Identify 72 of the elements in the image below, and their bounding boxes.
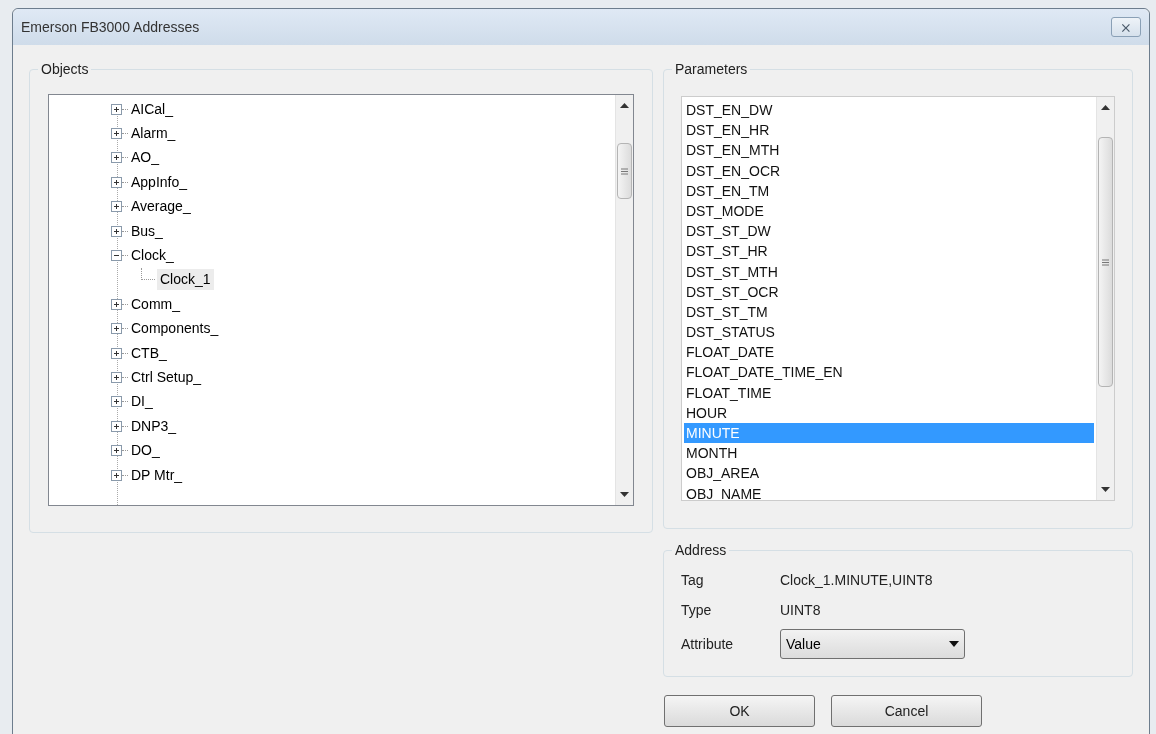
expand-icon[interactable] bbox=[111, 396, 122, 408]
tree-item[interactable]: Bus_ bbox=[128, 220, 166, 242]
grip-icon bbox=[1102, 258, 1109, 266]
field-label: Attribute bbox=[681, 634, 735, 654]
expand-icon[interactable] bbox=[111, 128, 122, 140]
list-item[interactable]: DST_ST_OCR bbox=[684, 281, 1094, 302]
list-item[interactable]: DST_EN_HR bbox=[684, 120, 1094, 141]
list-item[interactable]: DST_EN_MTH bbox=[684, 140, 1094, 161]
tree-item[interactable]: Ctrl Setup_ bbox=[128, 367, 205, 388]
tree-item[interactable]: Average_ bbox=[128, 196, 194, 218]
expand-icon[interactable] bbox=[111, 298, 122, 310]
list-item[interactable]: DST_MODE bbox=[684, 200, 1094, 222]
list-item[interactable]: OBJ_AREA bbox=[684, 463, 1094, 484]
list-item[interactable]: MONTH bbox=[684, 443, 1094, 464]
expand-icon[interactable] bbox=[111, 323, 122, 335]
close-button[interactable]: ⨯ bbox=[1111, 17, 1141, 37]
tree-item[interactable]: AICal_ bbox=[128, 98, 177, 120]
list-item[interactable]: FLOAT_DATE bbox=[684, 342, 1094, 363]
list-item[interactable]: DST_ST_HR bbox=[684, 241, 1094, 262]
expand-icon[interactable] bbox=[111, 176, 122, 188]
grip-icon bbox=[621, 167, 628, 175]
tree-line bbox=[141, 267, 155, 280]
tree-item[interactable]: AO_ bbox=[128, 147, 162, 169]
down-arrow-icon[interactable] bbox=[620, 492, 629, 497]
tree-item[interactable]: Alarm_ bbox=[128, 123, 179, 145]
list-item[interactable]: HOUR bbox=[684, 402, 1094, 423]
field-label: Type bbox=[681, 600, 713, 620]
expand-icon[interactable] bbox=[111, 103, 122, 115]
tree-item[interactable]: CTB_ bbox=[128, 342, 170, 364]
expand-icon[interactable] bbox=[111, 469, 122, 481]
dropdown-arrow-icon bbox=[949, 641, 959, 647]
collapse-icon[interactable] bbox=[111, 250, 122, 262]
window-title: Emerson FB3000 Addresses bbox=[21, 17, 200, 37]
scrollbar-thumb[interactable] bbox=[617, 143, 632, 199]
up-arrow-icon[interactable] bbox=[620, 103, 629, 108]
list-item[interactable]: FLOAT_DATE_TIME_EN bbox=[684, 362, 1094, 383]
scrollbar[interactable] bbox=[615, 95, 633, 505]
list-item[interactable]: DST_ST_TM bbox=[684, 301, 1094, 323]
list-item[interactable]: DST_EN_OCR bbox=[684, 160, 1094, 181]
expand-icon[interactable] bbox=[111, 445, 122, 457]
expand-icon[interactable] bbox=[111, 225, 122, 237]
tree-item[interactable]: Clock_ bbox=[128, 245, 177, 267]
list-item[interactable]: DST_ST_DW bbox=[684, 221, 1094, 242]
tree-item[interactable]: Comm_ bbox=[128, 293, 183, 315]
list-item[interactable]: DST_STATUS bbox=[684, 322, 1094, 343]
group-title: Objects bbox=[38, 60, 92, 78]
list-item[interactable]: DST_EN_DW bbox=[684, 100, 1094, 121]
dialog-button[interactable]: Cancel bbox=[831, 695, 982, 727]
expand-icon[interactable] bbox=[111, 152, 122, 164]
up-arrow-icon[interactable] bbox=[1101, 105, 1110, 110]
scrollbar[interactable] bbox=[1096, 97, 1114, 500]
down-arrow-icon[interactable] bbox=[1101, 487, 1110, 492]
list-item[interactable]: DST_ST_MTH bbox=[684, 261, 1094, 282]
tree-item[interactable]: Components_ bbox=[128, 318, 222, 340]
tree-item[interactable]: DP Mtr_ bbox=[128, 464, 186, 486]
tree-item[interactable]: Clock_1 bbox=[157, 269, 214, 291]
field-value: UINT8 bbox=[780, 600, 821, 620]
field-label: Tag bbox=[681, 570, 705, 590]
expand-icon[interactable] bbox=[111, 201, 122, 213]
attribute-dropdown[interactable]: Value bbox=[780, 629, 965, 659]
expand-icon[interactable] bbox=[111, 420, 122, 432]
tree-item[interactable]: DO_ bbox=[128, 440, 163, 462]
tree-item[interactable]: DNP3_ bbox=[128, 415, 180, 437]
scrollbar-thumb[interactable] bbox=[1098, 137, 1113, 387]
list-item[interactable]: DST_EN_TM bbox=[684, 180, 1094, 201]
tree-item[interactable]: AppInfo_ bbox=[128, 171, 191, 193]
field-value: Clock_1.MINUTE,UINT8 bbox=[780, 570, 933, 590]
tree-item[interactable]: DI_ bbox=[128, 391, 156, 413]
dialog-button[interactable]: OK bbox=[664, 695, 815, 727]
list-item[interactable]: FLOAT_TIME bbox=[684, 382, 1094, 403]
expand-icon[interactable] bbox=[111, 372, 122, 383]
expand-icon[interactable] bbox=[111, 347, 122, 359]
